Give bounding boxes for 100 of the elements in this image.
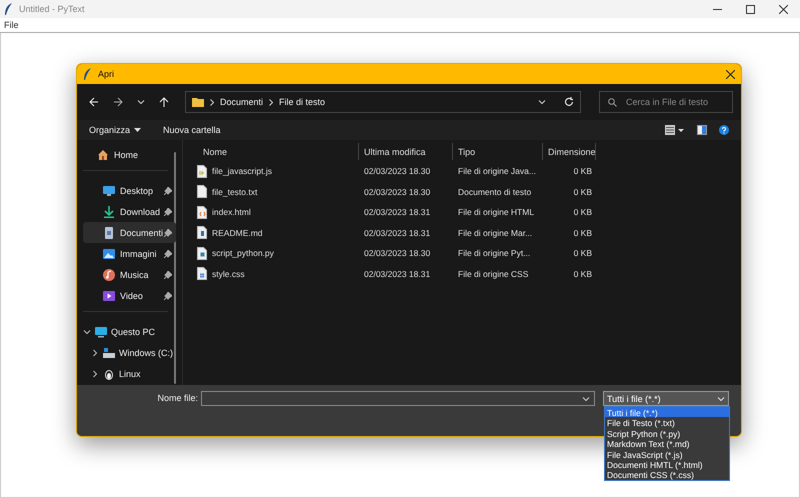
field-label: Nome file: — [156, 392, 199, 405]
file-name[interactable]: script_python.py — [212, 248, 274, 258]
monitor-icon — [103, 184, 115, 196]
search-field[interactable]: Cerca in File di testo — [599, 91, 733, 113]
file-icon — [197, 164, 207, 178]
sidebar-item[interactable]: Desktop — [83, 180, 176, 201]
file-name[interactable]: index.html — [212, 207, 251, 218]
preview-pane-icon[interactable] — [697, 125, 707, 135]
house-icon — [97, 148, 109, 160]
dropdown-option[interactable]: Script Python (*.py) — [605, 428, 729, 438]
scrollbar[interactable] — [174, 152, 176, 384]
window-title: Untitled - PyText — [19, 4, 86, 14]
table-cell-text: 02/03/2023 18.30 — [363, 186, 432, 197]
chevron-icon — [137, 98, 145, 106]
chevron-icon — [269, 98, 274, 106]
list-view-icon[interactable] — [665, 125, 685, 135]
file-name[interactable]: file_testo.txt — [212, 186, 258, 197]
table-cell-text: 0 KB — [572, 248, 593, 258]
column-header[interactable]: Ultima modifica — [359, 143, 453, 160]
file-name[interactable]: style.css — [212, 268, 245, 279]
file-icon — [197, 185, 207, 198]
penguin-icon — [103, 368, 115, 380]
dropdown-option[interactable]: Documenti CSS (*.css) — [605, 469, 729, 480]
table-cell-text: 02/03/2023 18.30 — [363, 248, 432, 258]
drive-icon — [103, 346, 115, 358]
picture-icon — [103, 248, 115, 260]
breadcrumb[interactable]: File di testo — [279, 97, 326, 107]
pin-icon — [164, 270, 172, 278]
chevron-icon — [210, 98, 214, 106]
chevron-icon[interactable] — [538, 98, 546, 106]
table-cell-text: Documento di testo — [457, 186, 532, 197]
table-cell-text: File di origine Mar... — [457, 228, 534, 238]
file-icon — [197, 246, 207, 260]
sidebar-item[interactable]: Home — [77, 144, 170, 165]
file-type-dropdown[interactable]: Tutti i file (*.*) — [603, 391, 729, 406]
menu-item[interactable]: File — [4, 20, 19, 30]
column-header[interactable]: Tipo — [453, 143, 543, 160]
column-header[interactable]: Nome — [183, 143, 359, 160]
sidebar-item[interactable]: Immagini — [83, 243, 176, 264]
file-icon — [197, 206, 207, 219]
pin-icon — [164, 292, 172, 300]
feather-icon — [4, 2, 13, 16]
tree-item[interactable]: Linux — [119, 368, 141, 378]
table-cell-text: 02/03/2023 18.31 — [363, 268, 432, 279]
caret-icon — [134, 128, 142, 132]
sidebar-item[interactable]: Download — [83, 201, 176, 222]
close-icon[interactable] — [726, 70, 735, 78]
document-icon — [103, 226, 115, 238]
pin-icon — [164, 250, 172, 258]
file-name-field[interactable] — [201, 391, 595, 406]
chevron-icon[interactable] — [582, 394, 590, 402]
sidebar-item[interactable]: Video — [83, 285, 176, 306]
dialog-title: Apri — [98, 69, 116, 79]
right-arrow-icon — [113, 97, 123, 107]
table-cell-text: 02/03/2023 18.30 — [363, 166, 432, 176]
feather-icon — [83, 68, 92, 80]
table-cell-text: 0 KB — [572, 166, 593, 176]
new-folder-button[interactable]: Nuova cartella — [163, 125, 221, 135]
table-cell-text: File di origine Pyt... — [457, 248, 532, 258]
tree-item[interactable]: Questo PC — [111, 326, 156, 336]
chevron-icon[interactable] — [91, 348, 99, 356]
music-icon — [103, 268, 115, 280]
dropdown-option[interactable]: Markdown Text (*.md) — [605, 438, 729, 449]
column-header[interactable]: Dimensione — [543, 143, 596, 160]
refresh-icon[interactable] — [564, 97, 574, 107]
dropdown-option[interactable]: Tutti i file (*.*) — [605, 407, 729, 418]
file-name[interactable]: README.md — [212, 228, 263, 238]
table-cell-text: 0 KB — [572, 186, 593, 197]
table-cell-text: 02/03/2023 18.31 — [363, 228, 432, 238]
up-arrow-icon — [159, 97, 169, 107]
help-icon[interactable] — [719, 125, 729, 135]
table-cell-text: 0 KB — [572, 207, 593, 218]
dropdown-option[interactable]: File JavaScript (*.js) — [605, 448, 729, 459]
address-bar[interactable]: Documenti File di testo — [185, 91, 581, 113]
close-icon[interactable] — [779, 4, 788, 14]
breadcrumb[interactable]: Documenti — [220, 97, 264, 107]
table-cell-text: 02/03/2023 18.31 — [363, 207, 432, 218]
tree-item[interactable]: Windows (C:) — [119, 348, 174, 358]
file-name[interactable]: file_javascript.js — [212, 166, 272, 176]
monitor-icon — [95, 326, 107, 338]
pin-icon — [164, 208, 172, 216]
chevron-icon[interactable] — [83, 328, 91, 336]
dropdown-option[interactable]: Documenti HMTL (*.html) — [605, 458, 729, 470]
video-icon — [103, 290, 115, 302]
maximize-icon[interactable] — [746, 4, 755, 14]
chevron-icon — [717, 394, 725, 402]
table-cell-text: File di origine HTML — [457, 207, 536, 218]
dropdown-option[interactable]: File di Testo (*.txt) — [605, 417, 729, 428]
table-cell-text: File di origine Java... — [457, 166, 537, 176]
table-cell-text: 0 KB — [572, 228, 593, 238]
organize-button[interactable]: Organizza — [89, 125, 142, 135]
pin-icon — [164, 186, 172, 194]
search-icon — [608, 98, 617, 107]
chevron-icon[interactable] — [91, 370, 99, 378]
sidebar-item[interactable]: Musica — [83, 264, 176, 285]
sidebar-item[interactable]: Documenti — [83, 222, 176, 243]
table-cell-text: 0 KB — [572, 268, 593, 279]
left-arrow-icon — [89, 97, 99, 107]
file-icon — [197, 226, 207, 240]
download-icon — [103, 206, 115, 218]
